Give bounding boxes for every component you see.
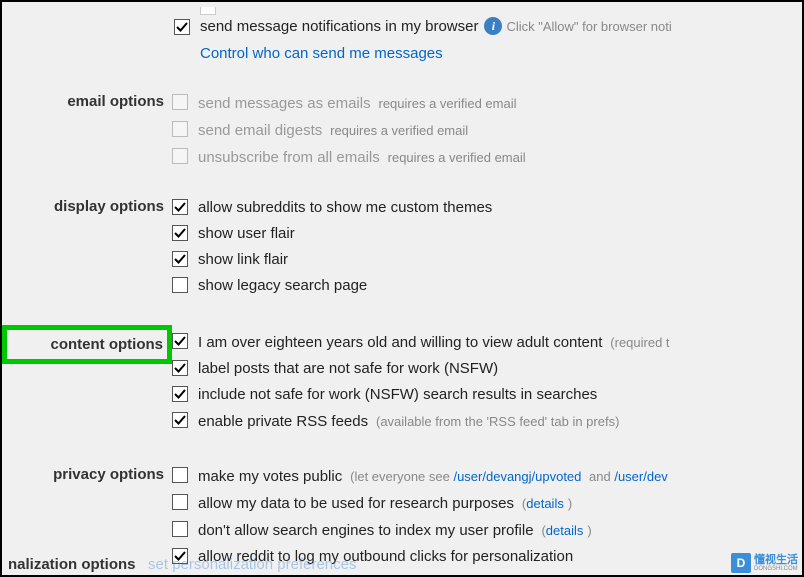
browser-notifications-checkbox[interactable] xyxy=(174,19,190,35)
over-eighteen-label: I am over eighteen years old and willing… xyxy=(198,334,602,351)
show-legacy-search-checkbox[interactable] xyxy=(172,277,188,293)
send-messages-emails-hint: requires a verified email xyxy=(378,96,516,111)
send-email-digests-hint: requires a verified email xyxy=(330,123,468,138)
personalization-link-cut[interactable]: set personalization preferences xyxy=(148,556,356,573)
enable-rss-label: enable private RSS feeds xyxy=(198,413,368,430)
label-nsfw-label: label posts that are not safe for work (… xyxy=(198,358,498,380)
research-data-checkbox[interactable] xyxy=(172,494,188,510)
send-email-digests-checkbox xyxy=(172,121,188,137)
no-search-index-label: don't allow search engines to index my u… xyxy=(198,522,534,539)
over-eighteen-hint: (required t xyxy=(610,335,669,350)
upvoted-link[interactable]: /user/devangj/upvoted xyxy=(453,469,581,484)
section-label-display: display options xyxy=(2,197,172,215)
votes-public-checkbox[interactable] xyxy=(172,467,188,483)
allow-custom-themes-label: allow subreddits to show me custom theme… xyxy=(198,197,492,219)
downvoted-link[interactable]: /user/dev xyxy=(614,469,667,484)
browser-notifications-label: send message notifications in my browser xyxy=(200,18,478,35)
bottom-section-label-cut: nalization options xyxy=(8,556,136,573)
unsubscribe-emails-checkbox xyxy=(172,148,188,164)
enable-rss-checkbox[interactable] xyxy=(172,412,188,428)
no-search-index-checkbox[interactable] xyxy=(172,521,188,537)
include-nsfw-search-label: include not safe for work (NSFW) search … xyxy=(198,384,597,406)
show-link-flair-checkbox[interactable] xyxy=(172,251,188,267)
include-nsfw-search-checkbox[interactable] xyxy=(172,386,188,402)
label-nsfw-checkbox[interactable] xyxy=(172,360,188,376)
watermark-text2: DONGSHI.COM xyxy=(754,566,798,572)
show-link-flair-label: show link flair xyxy=(198,249,288,271)
unsubscribe-emails-label: unsubscribe from all emails xyxy=(198,149,380,166)
watermark: D 懂视生活 DONGSHI.COM xyxy=(731,553,798,573)
unsubscribe-emails-hint: requires a verified email xyxy=(388,150,526,165)
browser-notifications-hint: Click "Allow" for browser noti xyxy=(506,19,671,34)
noindex-details-link[interactable]: details xyxy=(546,523,584,538)
section-label-privacy: privacy options xyxy=(2,465,172,483)
show-user-flair-checkbox[interactable] xyxy=(172,225,188,241)
section-label-content: content options xyxy=(2,325,172,364)
send-messages-emails-label: send messages as emails xyxy=(198,95,371,112)
section-label-email: email options xyxy=(2,92,172,110)
section-display-options: display options allow subreddits to show… xyxy=(2,197,802,301)
section-email-options: email options send messages as emails re… xyxy=(2,92,802,173)
send-email-digests-label: send email digests xyxy=(198,122,322,139)
info-icon[interactable]: i xyxy=(484,17,502,35)
votes-public-mid: and xyxy=(585,469,614,484)
enable-rss-hint: (available from the 'RSS feed' tab in pr… xyxy=(376,414,619,429)
show-user-flair-label: show user flair xyxy=(198,223,295,245)
research-details-link[interactable]: details xyxy=(526,496,564,511)
send-messages-emails-checkbox xyxy=(172,94,188,110)
votes-public-label: make my votes public xyxy=(198,468,342,485)
watermark-text1: 懂视生活 xyxy=(754,555,798,566)
section-content-options: content options I am over eighteen years… xyxy=(2,325,802,437)
show-legacy-search-label: show legacy search page xyxy=(198,275,367,297)
research-data-label: allow my data to be used for research pu… xyxy=(198,495,514,512)
allow-custom-themes-checkbox[interactable] xyxy=(172,199,188,215)
over-eighteen-checkbox[interactable] xyxy=(172,333,188,349)
control-messages-link[interactable]: Control who can send me messages xyxy=(200,45,443,62)
votes-public-hint-pre: (let everyone see xyxy=(350,469,453,484)
watermark-logo-icon: D xyxy=(731,553,751,573)
